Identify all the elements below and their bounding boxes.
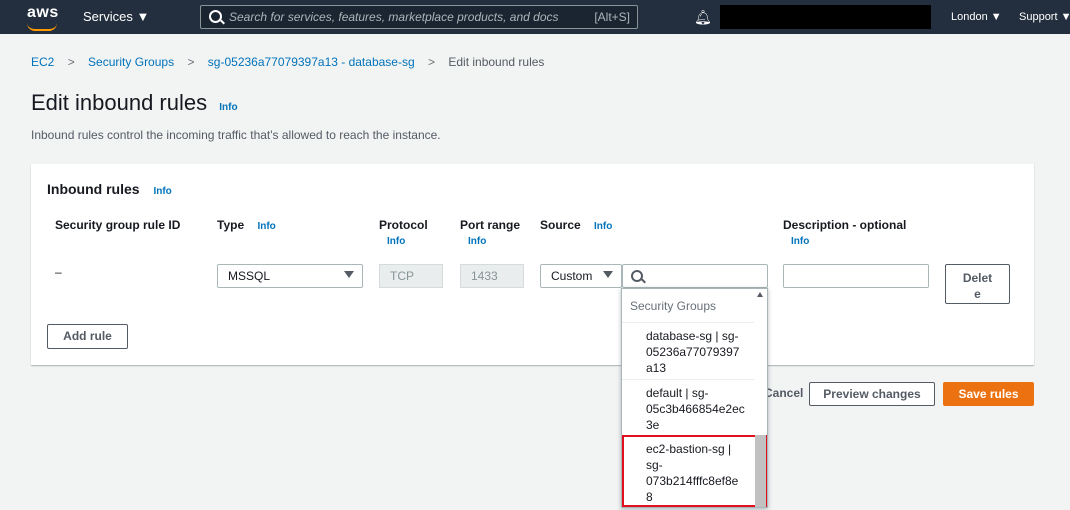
dropdown-option-ec2-bastion-sg[interactable]: ec2-bastion-sg | sg- 073b214fffc8ef8e 8 xyxy=(622,435,767,507)
option-line: sg- xyxy=(646,458,663,472)
redacted-account-area xyxy=(720,5,931,29)
option-line: a13 xyxy=(646,361,667,375)
rule-id-value: – xyxy=(55,265,62,279)
option-line: 8 xyxy=(646,490,653,504)
breadcrumb-current: Edit inbound rules xyxy=(448,55,545,69)
description-input[interactable] xyxy=(783,264,929,288)
search-hotkey: [Alt+S] xyxy=(594,10,630,24)
breadcrumb-security-group[interactable]: sg-05236a77079397a13 - database-sg xyxy=(208,55,415,69)
breadcrumb-ec2[interactable]: EC2 xyxy=(31,55,54,69)
dropdown-group-header: Security Groups xyxy=(630,299,717,313)
inbound-rules-panel: Inbound rules Info Security group rule I… xyxy=(31,164,1034,365)
aws-logo-text: aws xyxy=(27,4,59,21)
panel-info-link[interactable]: Info xyxy=(153,186,171,197)
option-line: 073b214fffc8ef8e xyxy=(646,474,739,488)
add-rule-button[interactable]: Add rule xyxy=(47,324,128,349)
panel-title: Inbound rules Info xyxy=(47,181,172,197)
protocol-value: TCP xyxy=(390,269,414,283)
delete-rule-button[interactable]: Delete xyxy=(945,264,1010,304)
protocol-info-link[interactable]: Info xyxy=(387,236,405,247)
col-type: Type Info xyxy=(217,218,276,232)
col-rule-id: Security group rule ID xyxy=(55,218,181,232)
page-title: Edit inbound rules Info xyxy=(31,90,238,116)
page-info-link[interactable]: Info xyxy=(219,102,237,113)
dropdown-option-database-sg[interactable]: database-sg | sg- 05236a77079397 a13 xyxy=(622,322,754,379)
source-dropdown-list[interactable]: Security Groups database-sg | sg- 05236a… xyxy=(621,288,768,508)
delete-rule-label: Delete xyxy=(962,271,993,301)
dropdown-option-default[interactable]: default | sg- 05c3b466854e2ec 3e xyxy=(622,379,754,435)
aws-logo[interactable]: aws xyxy=(27,4,59,31)
source-type-select[interactable]: Custom xyxy=(540,264,622,288)
search-icon xyxy=(631,270,643,282)
caret-down-icon xyxy=(603,271,613,278)
dropdown-scrollbar[interactable] xyxy=(755,435,766,507)
source-search-input[interactable] xyxy=(622,264,768,288)
port-range-info-link[interactable]: Info xyxy=(468,236,486,247)
bell-icon[interactable]: 🔔︎ xyxy=(694,9,712,26)
col-type-label: Type xyxy=(217,218,245,232)
breadcrumb-chevron-icon: > xyxy=(187,55,195,69)
option-line: 3e xyxy=(646,418,660,432)
aws-smile-icon xyxy=(27,23,57,31)
col-source: Source Info xyxy=(540,218,612,232)
protocol-field: TCP xyxy=(379,264,443,288)
option-line: database-sg | sg- xyxy=(646,329,739,343)
breadcrumb-chevron-icon: > xyxy=(427,55,435,69)
option-line: 05236a77079397 xyxy=(646,345,740,359)
page-title-text: Edit inbound rules xyxy=(31,90,208,115)
col-protocol: Protocol xyxy=(379,218,428,232)
services-menu-button[interactable]: Services ▼ xyxy=(83,9,149,24)
panel-title-text: Inbound rules xyxy=(47,181,140,197)
preview-changes-button[interactable]: Preview changes xyxy=(809,382,935,406)
option-line: 05c3b466854e2ec xyxy=(646,402,745,416)
scroll-up-arrow-icon[interactable] xyxy=(757,292,763,297)
search-icon xyxy=(209,10,222,23)
save-rules-button[interactable]: Save rules xyxy=(943,382,1034,406)
breadcrumb-security-groups[interactable]: Security Groups xyxy=(88,55,174,69)
page-description: Inbound rules control the incoming traff… xyxy=(31,128,441,142)
global-search-input[interactable]: Search for services, features, marketpla… xyxy=(200,5,638,29)
type-select-value: MSSQL xyxy=(228,269,271,283)
region-selector[interactable]: London ▼ xyxy=(951,11,1002,23)
cancel-button[interactable]: Cancel xyxy=(764,386,803,400)
description-info-link[interactable]: Info xyxy=(791,236,809,247)
option-line: default | sg- xyxy=(646,386,709,400)
col-source-label: Source xyxy=(540,218,581,232)
search-placeholder: Search for services, features, marketpla… xyxy=(229,10,559,24)
type-select[interactable]: MSSQL xyxy=(217,264,363,288)
col-port-range: Port range xyxy=(460,218,521,232)
port-range-field: 1433 xyxy=(460,264,524,288)
breadcrumb-chevron-icon: > xyxy=(67,55,75,69)
source-type-value: Custom xyxy=(551,269,593,283)
option-line: ec2-bastion-sg | xyxy=(646,442,732,456)
breadcrumb: EC2 > Security Groups > sg-05236a7707939… xyxy=(31,55,544,69)
col-description: Description - optional xyxy=(783,218,907,232)
top-nav-bar: aws Services ▼ Search for services, feat… xyxy=(0,0,1070,34)
source-info-link[interactable]: Info xyxy=(594,221,612,232)
caret-down-icon xyxy=(344,271,354,278)
port-range-value: 1433 xyxy=(471,269,498,283)
support-menu[interactable]: Support ▼ xyxy=(1019,11,1070,23)
type-info-link[interactable]: Info xyxy=(257,221,275,232)
